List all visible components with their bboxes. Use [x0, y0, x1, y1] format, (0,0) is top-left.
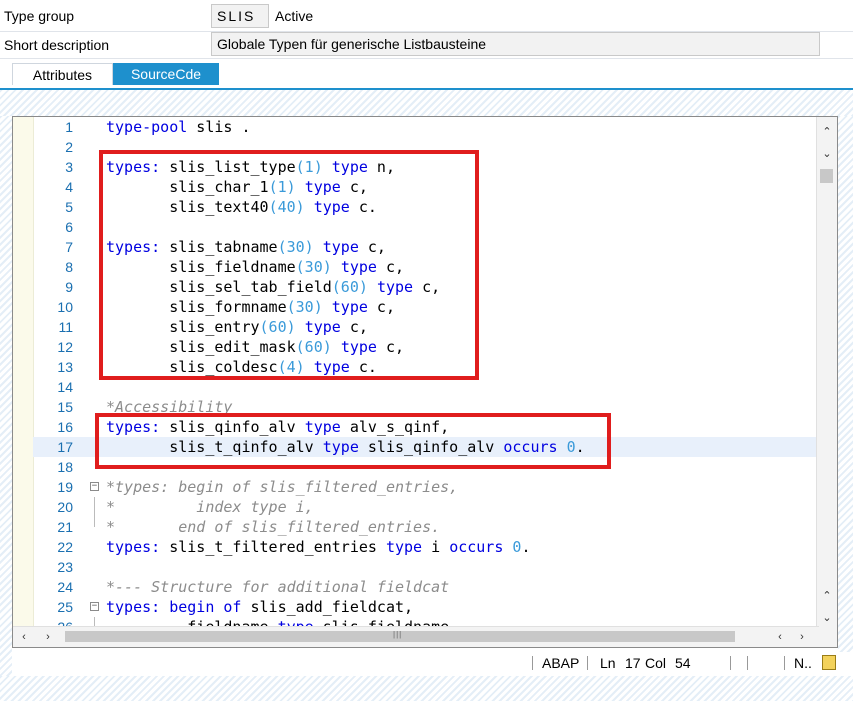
line-number: 9	[65, 279, 73, 295]
line-number: 22	[57, 539, 73, 555]
code-line[interactable]: 20 * index type i,	[33, 497, 819, 517]
line-number: 18	[57, 459, 73, 475]
line-number: 4	[65, 179, 73, 195]
line-number: 16	[57, 419, 73, 435]
line-number: 7	[65, 239, 73, 255]
status-text: Active	[275, 8, 314, 24]
status-col-label: Col	[645, 655, 667, 671]
background-pattern	[0, 116, 12, 676]
type-group-field[interactable]: SLIS	[211, 4, 269, 28]
short-description-field[interactable]: Globale Typen für generische Listbaustei…	[211, 32, 820, 56]
editor-status-bar: ABAP Ln 17 Col 54 N..	[12, 652, 838, 674]
fold-collapse-icon[interactable]: −	[90, 602, 99, 611]
line-number: 6	[65, 219, 73, 235]
clipboard-icon[interactable]	[822, 655, 836, 670]
code-line[interactable]: 25 − types: begin of slis_add_fieldcat,	[33, 597, 819, 617]
line-number: 24	[57, 579, 73, 595]
scroll-right-icon[interactable]: ›	[795, 630, 809, 644]
code-line[interactable]: 19 − *types: begin of slis_filtered_entrie…	[33, 477, 819, 497]
code-line[interactable]: 23	[33, 557, 819, 577]
line-number: 10	[57, 299, 73, 315]
code-line[interactable]: 1 type-pool slis .	[33, 117, 819, 137]
line-number: 14	[57, 379, 73, 395]
line-number: 13	[57, 359, 73, 375]
fold-guide	[94, 497, 95, 517]
editor-gutter	[13, 117, 34, 629]
line-number: 20	[57, 499, 73, 515]
status-col-value: 54	[675, 655, 691, 671]
scroll-down-icon[interactable]: ⌄	[817, 611, 837, 625]
status-mode: N..	[794, 655, 812, 671]
fold-guide	[94, 517, 95, 527]
line-number: 15	[57, 399, 73, 415]
code-text: type-pool slis .	[106, 118, 251, 136]
line-number: 25	[57, 599, 73, 615]
status-separator	[587, 656, 588, 670]
scroll-left-icon[interactable]: ‹	[773, 630, 787, 644]
code-text: types: slis_t_filtered_entries type i oc…	[106, 538, 531, 556]
tab-attributes[interactable]: Attributes	[12, 63, 113, 85]
line-number: 8	[65, 259, 73, 275]
scroll-up-icon[interactable]: ⌃	[817, 125, 837, 139]
highlight-box-types	[99, 150, 479, 380]
scroll-grip-icon: |||	[393, 630, 403, 639]
code-text: *types: begin of slis_filtered_entries,	[106, 478, 459, 496]
status-ln-value: 17	[625, 655, 641, 671]
line-number: 12	[57, 339, 73, 355]
highlight-box-accessibility	[95, 413, 611, 469]
code-text: * index type i,	[106, 498, 314, 516]
background-pattern	[838, 116, 853, 652]
line-number: 11	[58, 319, 73, 335]
line-number: 19	[57, 479, 73, 495]
status-separator	[747, 656, 748, 670]
status-separator	[730, 656, 731, 670]
status-language: ABAP	[542, 655, 580, 671]
scroll-up-icon[interactable]: ⌃	[817, 589, 837, 603]
vertical-scroll-thumb[interactable]	[820, 169, 833, 183]
scroll-right-icon[interactable]: ›	[41, 630, 55, 644]
line-number: 3	[65, 159, 73, 175]
tab-source-code[interactable]: SourceCde	[113, 63, 219, 85]
code-line[interactable]: 22 types: slis_t_filtered_entries type i …	[33, 537, 819, 557]
code-line[interactable]: 24 *--- Structure for additional fieldcat	[33, 577, 819, 597]
line-number: 2	[65, 139, 73, 155]
scrollbar-corner	[817, 627, 837, 647]
vertical-scrollbar[interactable]: ⌃ ⌄ ⌃ ⌄	[816, 117, 837, 629]
fold-collapse-icon[interactable]: −	[90, 482, 99, 491]
background-pattern	[0, 90, 853, 116]
horizontal-scrollbar[interactable]: ‹ › ||| ‹ ›	[13, 626, 819, 647]
status-ln-label: Ln	[600, 655, 616, 671]
code-text: * end of slis_filtered_entries.	[106, 518, 441, 536]
code-text: types: begin of slis_add_fieldcat,	[106, 598, 414, 616]
status-separator	[532, 656, 533, 670]
code-text: *--- Structure for additional fieldcat	[106, 578, 450, 596]
line-number: 21	[57, 519, 73, 535]
line-number: 5	[65, 199, 73, 215]
type-group-label: Type group	[4, 8, 75, 24]
line-number: 23	[57, 559, 73, 575]
code-line[interactable]: 21 * end of slis_filtered_entries.	[33, 517, 819, 537]
line-number: 1	[65, 119, 73, 135]
scroll-left-icon[interactable]: ‹	[17, 630, 31, 644]
code-line[interactable]: 14	[33, 377, 819, 397]
background-pattern	[0, 676, 853, 701]
line-number: 17	[57, 439, 73, 455]
header-divider	[0, 58, 853, 59]
short-description-label: Short description	[4, 37, 110, 53]
status-separator	[784, 656, 785, 670]
scroll-down-icon[interactable]: ⌄	[817, 147, 837, 161]
